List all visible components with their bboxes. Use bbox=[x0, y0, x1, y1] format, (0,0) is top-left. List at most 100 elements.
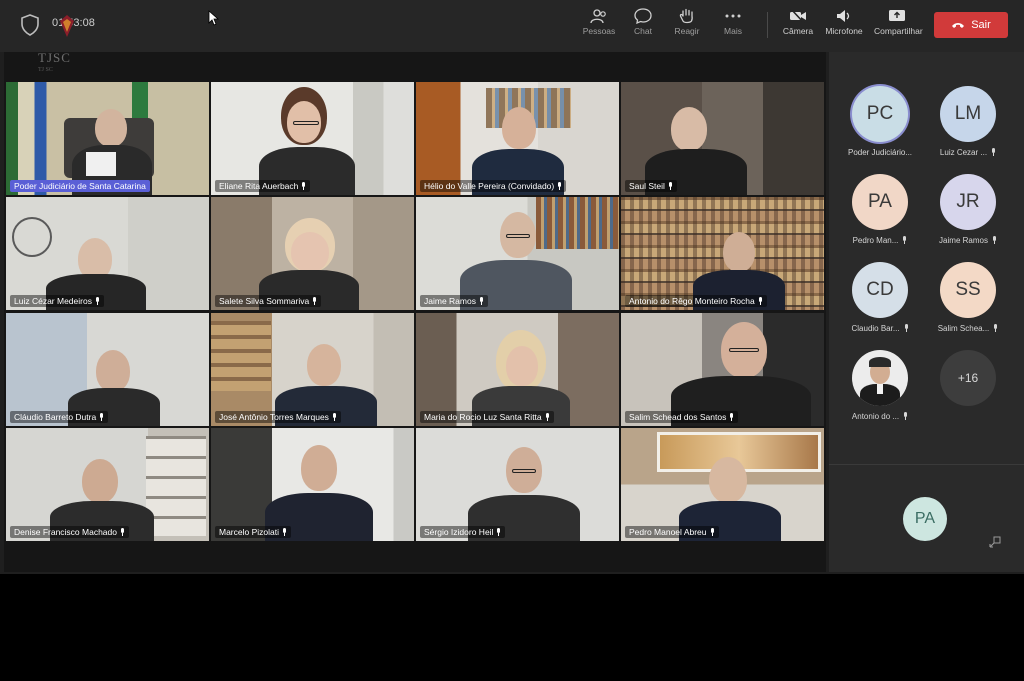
participant-name: Sérgio Izidoro Heil bbox=[420, 526, 506, 538]
mic-icon bbox=[121, 528, 124, 536]
mouse-cursor-icon bbox=[208, 10, 220, 26]
mic-icon bbox=[545, 413, 549, 421]
microphone-label: Microfone bbox=[825, 26, 863, 36]
expand-icon[interactable] bbox=[989, 536, 1001, 548]
avatar: LM bbox=[940, 86, 996, 142]
people-button[interactable]: Pessoas bbox=[577, 8, 621, 36]
video-tile[interactable]: Eliane Rita Auerbach bbox=[211, 82, 414, 195]
participant-avatar[interactable]: CD Claudio Bar... bbox=[834, 262, 926, 348]
avatar-name: Salim Schea... bbox=[937, 324, 990, 333]
hang-up-icon bbox=[952, 23, 965, 28]
tjsc-logo: TJSC TJ SC bbox=[38, 15, 86, 73]
video-tile[interactable]: Salete Silva Sommariva bbox=[211, 197, 414, 310]
avatar-name: Luiz Cezar ... bbox=[939, 148, 988, 157]
participant-avatar[interactable]: PA Pedro Man... bbox=[834, 174, 926, 260]
participant-sidebar: PC Poder Judiciário... LM Luiz Cezar ...… bbox=[829, 52, 1024, 572]
avatar-name-row: Salim Schea... bbox=[922, 324, 1014, 333]
chat-button[interactable]: Chat bbox=[621, 8, 665, 36]
avatar-name-row: Jaime Ramos bbox=[922, 236, 1014, 245]
letterbox-bar bbox=[0, 574, 1024, 681]
camera-label: Câmera bbox=[782, 26, 814, 36]
avatar-name: Jaime Ramos bbox=[939, 236, 988, 245]
participant-name: Eliane Rita Auerbach bbox=[215, 180, 311, 192]
mic-icon bbox=[668, 182, 672, 190]
video-tile[interactable]: Antonio do Rêgo Monteiro Rocha bbox=[621, 197, 824, 310]
video-tile[interactable]: Cláudio Barreto Dutra bbox=[6, 313, 209, 426]
avatar-name: Poder Judiciário... bbox=[847, 148, 913, 157]
microphone-button[interactable]: Microfone bbox=[822, 8, 866, 36]
share-button[interactable]: Compartilhar bbox=[874, 8, 923, 36]
avatar: CD bbox=[852, 262, 908, 318]
speaker-icon bbox=[837, 10, 850, 22]
mic-icon bbox=[903, 236, 907, 244]
video-tile[interactable]: Saul Steil bbox=[621, 82, 824, 195]
participant-avatar[interactable]: LM Luiz Cezar ... bbox=[922, 86, 1014, 172]
video-tile[interactable]: Denise Francisco Machado bbox=[6, 428, 209, 541]
share-label: Compartilhar bbox=[874, 26, 923, 36]
mic-icon bbox=[904, 324, 908, 332]
people-label: Pessoas bbox=[582, 26, 616, 36]
video-tile[interactable]: Poder Judiciário de Santa Catarina bbox=[6, 82, 209, 195]
participant-name: Poder Judiciário de Santa Catarina bbox=[10, 180, 150, 192]
participant-name: Jaime Ramos bbox=[420, 295, 488, 307]
more-label: Mais bbox=[724, 26, 742, 36]
video-tile[interactable]: Marcelo Pizolati bbox=[211, 428, 414, 541]
shield-icon[interactable] bbox=[20, 14, 40, 36]
people-icon bbox=[590, 9, 606, 24]
react-label: Reagir bbox=[674, 26, 700, 36]
camera-button[interactable]: Câmera bbox=[776, 8, 820, 36]
leave-button[interactable]: Sair bbox=[934, 12, 1008, 38]
mic-icon bbox=[730, 413, 734, 421]
meeting-window: 01:53:08 Pessoas Chat Reagir Mais Câmera… bbox=[0, 0, 1024, 574]
participant-name: Salete Silva Sommariva bbox=[215, 295, 322, 307]
participant-name: Salim Schead dos Santos bbox=[625, 411, 739, 423]
video-tile[interactable]: Sérgio Izidoro Heil bbox=[416, 428, 619, 541]
participant-name: Luiz Cézar Medeiros bbox=[10, 295, 104, 307]
participant-name: Antonio do Rêgo Monteiro Rocha bbox=[625, 295, 767, 307]
avatar: JR bbox=[940, 174, 996, 230]
mic-icon bbox=[332, 413, 336, 421]
participant-name: Pedro Manoel Abreu bbox=[625, 526, 719, 538]
chat-label: Chat bbox=[634, 26, 652, 36]
more-button[interactable]: Mais bbox=[711, 8, 755, 36]
avatar-name-row: Luiz Cezar ... bbox=[922, 148, 1014, 157]
mic-icon bbox=[302, 182, 306, 190]
video-tile[interactable]: José Antônio Torres Marques bbox=[211, 313, 414, 426]
sidebar-divider bbox=[829, 464, 1024, 465]
participant-avatar[interactable]: Antonio do ... bbox=[834, 350, 926, 436]
self-avatar[interactable]: PA bbox=[903, 497, 947, 541]
mic-icon bbox=[994, 324, 998, 332]
raise-hand-icon bbox=[679, 8, 693, 24]
mic-icon bbox=[313, 297, 317, 305]
video-tile[interactable]: Jaime Ramos bbox=[416, 197, 619, 310]
mic-icon bbox=[283, 528, 286, 536]
participant-name: José Antônio Torres Marques bbox=[215, 411, 341, 423]
participant-avatar[interactable]: JR Jaime Ramos bbox=[922, 174, 1014, 260]
more-icon bbox=[725, 14, 741, 18]
court-logo-icon bbox=[60, 15, 74, 37]
logo-subtext: TJ SC bbox=[38, 67, 53, 73]
avatar-name: Pedro Man... bbox=[852, 236, 899, 245]
avatar: PA bbox=[852, 174, 908, 230]
avatar-photo bbox=[852, 350, 908, 406]
video-tile[interactable]: Hélio do Valle Pereira (Convidado) bbox=[416, 82, 619, 195]
video-tile[interactable]: Pedro Manoel Abreu bbox=[621, 428, 824, 541]
participant-name: Saul Steil bbox=[625, 180, 677, 192]
participant-name: Cláudio Barreto Dutra bbox=[10, 411, 109, 423]
avatar-name-row: Claudio Bar... bbox=[834, 324, 926, 333]
share-screen-icon bbox=[889, 10, 905, 21]
participant-avatar[interactable]: SS Salim Schea... bbox=[922, 262, 1014, 348]
mic-icon bbox=[710, 528, 714, 536]
meeting-toolbar: 01:53:08 Pessoas Chat Reagir Mais Câmera… bbox=[0, 0, 1024, 52]
mic-icon bbox=[95, 297, 99, 305]
participant-name: Denise Francisco Machado bbox=[10, 526, 129, 538]
mic-icon bbox=[904, 412, 908, 420]
video-tile[interactable]: Maria do Rocio Luz Santa Ritta bbox=[416, 313, 619, 426]
participant-avatar[interactable]: PC Poder Judiciário... bbox=[834, 86, 926, 172]
react-button[interactable]: Reagir bbox=[665, 8, 709, 36]
video-tile[interactable]: Salim Schead dos Santos bbox=[621, 313, 824, 426]
more-participants-button[interactable]: +16 bbox=[922, 350, 1014, 436]
toolbar-divider bbox=[767, 12, 768, 38]
video-tile[interactable]: Luiz Cézar Medeiros bbox=[6, 197, 209, 310]
mic-icon bbox=[100, 413, 104, 421]
